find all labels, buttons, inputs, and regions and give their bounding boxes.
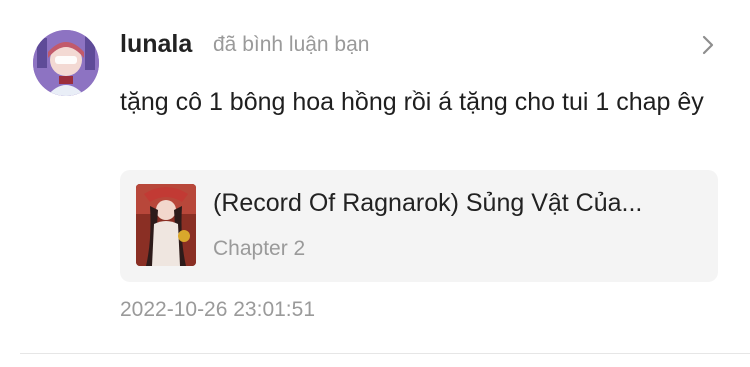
chevron-right-icon[interactable] bbox=[698, 34, 718, 56]
manga-cover-thumbnail bbox=[136, 184, 196, 266]
manga-title: (Record Of Ragnarok) Sủng Vật Của... bbox=[213, 189, 643, 217]
timestamp: 2022-10-26 23:01:51 bbox=[120, 298, 315, 321]
avatar-image bbox=[33, 30, 99, 96]
manga-card[interactable]: (Record Of Ragnarok) Sủng Vật Của... Cha… bbox=[120, 170, 718, 282]
username[interactable]: lunala bbox=[120, 28, 192, 60]
divider bbox=[20, 353, 750, 354]
user-avatar[interactable] bbox=[33, 30, 99, 96]
action-text: đã bình luận bạn bbox=[213, 33, 370, 56]
comment-text: tặng cô 1 bông hoa hồng rồi á tặng cho t… bbox=[120, 88, 704, 116]
comment-notification[interactable]: lunala đã bình luận bạn tặng cô 1 bông h… bbox=[0, 0, 750, 367]
chapter-label: Chapter 2 bbox=[213, 237, 306, 260]
